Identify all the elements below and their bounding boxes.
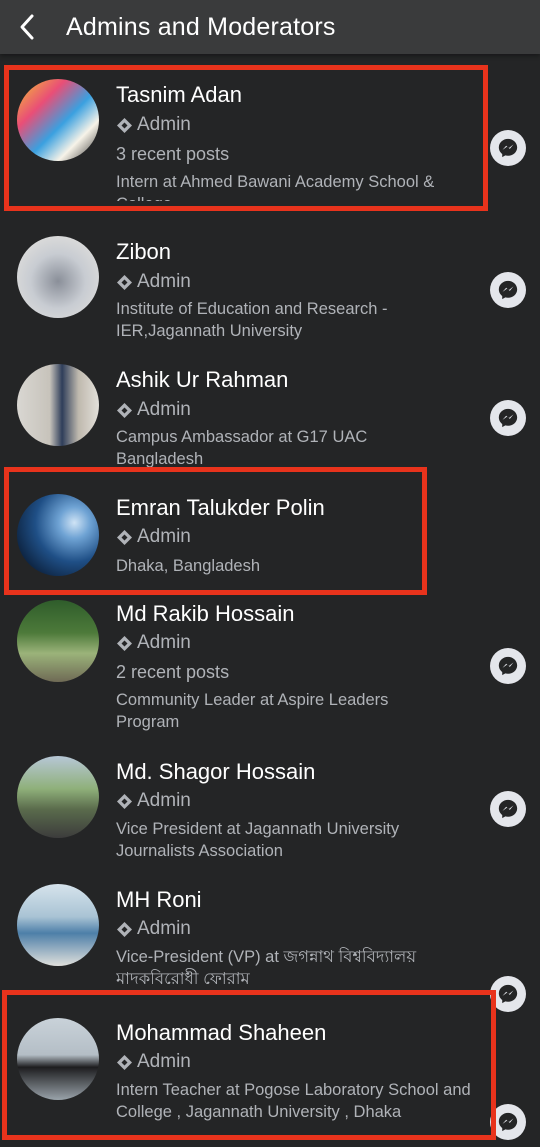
role-label: Admin xyxy=(137,399,191,420)
member-name[interactable]: Mohammad Shaheen xyxy=(116,1020,326,1046)
member-name[interactable]: Emran Talukder Polin xyxy=(116,495,325,521)
top-bar: Admins and Moderators xyxy=(0,0,540,54)
admin-badge-icon xyxy=(116,402,133,418)
admin-badge-icon xyxy=(116,793,133,809)
member-name[interactable]: Tasnim Adan xyxy=(116,82,242,108)
role-label: Admin xyxy=(137,526,191,547)
member-role: Admin xyxy=(116,114,191,136)
avatar[interactable] xyxy=(17,600,99,682)
message-button[interactable] xyxy=(490,1104,526,1140)
recent-posts: 3 recent posts xyxy=(116,144,230,164)
admin-badge-icon xyxy=(116,274,133,290)
member-role: Admin xyxy=(116,399,191,421)
messenger-icon xyxy=(498,984,518,1004)
avatar[interactable] xyxy=(17,364,99,446)
member-bio: Vice President at Jagannath University J… xyxy=(116,820,400,860)
admin-badge-icon xyxy=(116,635,133,651)
member-name[interactable]: Ashik Ur Rahman xyxy=(116,367,288,393)
member-bio: Campus Ambassador at G17 UAC Bangladesh xyxy=(116,428,368,468)
avatar[interactable] xyxy=(17,1018,99,1100)
recent-posts: 2 recent posts xyxy=(116,662,230,682)
avatar[interactable] xyxy=(17,884,99,966)
avatar[interactable] xyxy=(17,79,99,161)
member-bio: Institute of Education and Research - IE… xyxy=(116,300,388,340)
avatar[interactable] xyxy=(17,756,99,838)
avatar[interactable] xyxy=(17,494,99,576)
message-button[interactable] xyxy=(490,648,526,684)
messenger-icon xyxy=(498,138,518,158)
member-name[interactable]: Zibon xyxy=(116,239,171,265)
message-button[interactable] xyxy=(490,130,526,166)
member-role: Admin xyxy=(116,526,191,548)
member-bio: Vice-President (VP) at জগন্নাথ বিশ্ববিদ্… xyxy=(116,948,417,988)
member-role: Admin xyxy=(116,790,191,812)
member-role: Admin xyxy=(116,1051,191,1073)
role-label: Admin xyxy=(137,271,191,292)
messenger-icon xyxy=(498,408,518,428)
admin-badge-icon xyxy=(116,1054,133,1070)
member-role: Admin xyxy=(116,918,191,940)
back-button[interactable] xyxy=(0,0,54,54)
admin-badge-icon xyxy=(116,529,133,545)
message-button[interactable] xyxy=(490,400,526,436)
member-role: Admin xyxy=(116,271,191,293)
member-bio: Intern Teacher at Pogose Laboratory Scho… xyxy=(116,1081,471,1121)
role-label: Admin xyxy=(137,790,191,811)
member-name[interactable]: Md Rakib Hossain xyxy=(116,601,295,627)
avatar[interactable] xyxy=(17,236,99,318)
message-button[interactable] xyxy=(490,976,526,1012)
admin-badge-icon xyxy=(116,117,133,133)
page-title: Admins and Moderators xyxy=(66,12,336,41)
role-label: Admin xyxy=(137,114,191,135)
messenger-icon xyxy=(498,799,518,819)
role-label: Admin xyxy=(137,632,191,653)
messenger-icon xyxy=(498,1112,518,1132)
member-name[interactable]: Md. Shagor Hossain xyxy=(116,759,315,785)
role-label: Admin xyxy=(137,1051,191,1072)
message-button[interactable] xyxy=(490,791,526,827)
messenger-icon xyxy=(498,656,518,676)
member-bio: Community Leader at Aspire Leaders Progr… xyxy=(116,691,389,731)
member-role: Admin xyxy=(116,632,191,654)
message-button[interactable] xyxy=(490,272,526,308)
member-bio: Intern at Ahmed Bawani Academy School & … xyxy=(116,173,435,201)
member-bio: Dhaka, Bangladesh xyxy=(116,557,261,575)
messenger-icon xyxy=(498,280,518,300)
chevron-left-icon xyxy=(20,14,34,40)
role-label: Admin xyxy=(137,918,191,939)
admin-badge-icon xyxy=(116,921,133,937)
member-name[interactable]: MH Roni xyxy=(116,887,202,913)
